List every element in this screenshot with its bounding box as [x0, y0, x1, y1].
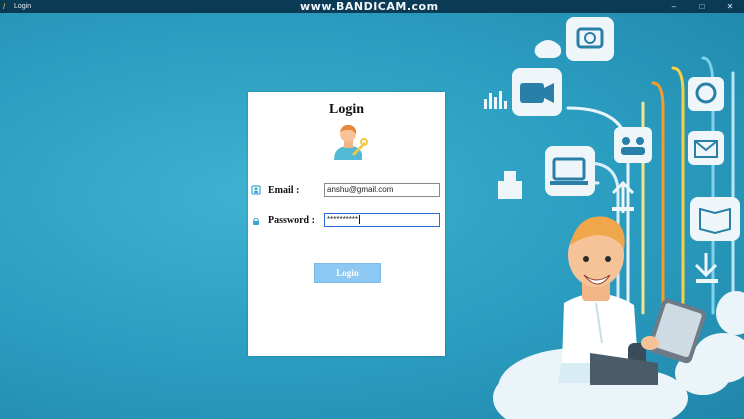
- login-heading: Login: [328, 102, 364, 117]
- email-label: Email :: [268, 185, 300, 196]
- password-field[interactable]: **********: [324, 213, 440, 227]
- tech-illustration: [484, 17, 744, 419]
- password-label: Password :: [268, 215, 315, 226]
- password-value: **********: [327, 215, 359, 224]
- text-caret: [359, 215, 361, 225]
- maximize-button[interactable]: □: [688, 0, 716, 13]
- window-title: Login: [14, 3, 32, 10]
- recorder-watermark: www.BANDICAM.com: [300, 0, 439, 13]
- lock-icon: [253, 217, 259, 225]
- user-avatar-icon: [334, 124, 368, 160]
- close-button[interactable]: ✕: [716, 0, 744, 13]
- app-icon: /: [3, 2, 6, 11]
- login-form: Login Email : anshu@gmail.com Password :…: [248, 92, 445, 356]
- window-controls: – □ ✕: [660, 0, 744, 13]
- id-card-icon: [251, 185, 261, 195]
- login-button[interactable]: Login: [314, 263, 381, 283]
- minimize-button[interactable]: –: [660, 0, 688, 13]
- email-field[interactable]: anshu@gmail.com: [324, 183, 440, 197]
